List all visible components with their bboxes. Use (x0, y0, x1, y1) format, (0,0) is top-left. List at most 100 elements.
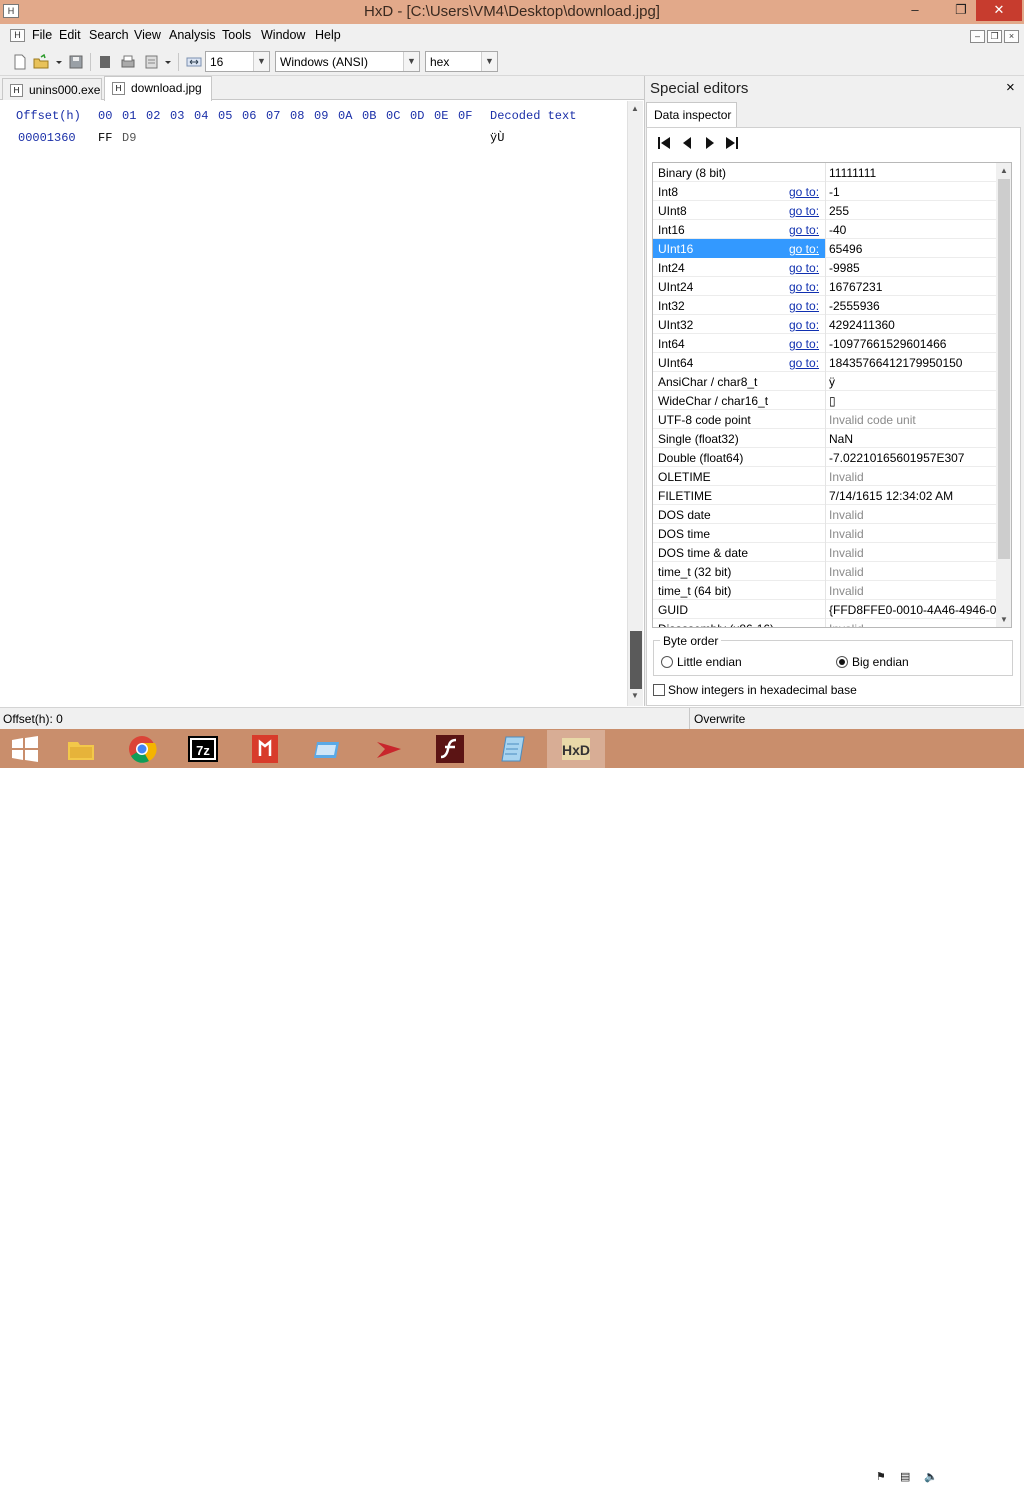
inspector-row-value[interactable]: Invalid (829, 584, 864, 598)
taskbar-7zip[interactable]: 7z (174, 730, 232, 768)
inspector-row-value[interactable]: 65496 (829, 242, 862, 256)
menu-tools[interactable]: Tools (222, 28, 251, 42)
inspector-row-value[interactable]: Invalid (829, 622, 864, 627)
volume-icon[interactable]: 🔈 (924, 1470, 938, 1484)
hex-base-label[interactable]: Show integers in hexadecimal base (668, 683, 857, 697)
inspector-row-value[interactable]: -40 (829, 223, 846, 237)
action-center-icon[interactable]: ⚑ (876, 1470, 890, 1484)
taskbar-windows-explorer[interactable] (298, 730, 356, 768)
scroll-down-icon[interactable]: ▼ (1000, 615, 1008, 624)
hex-scrollbar[interactable]: ▲ ▼ (627, 101, 643, 706)
goto-link[interactable]: go to: (789, 223, 819, 237)
inspector-row[interactable]: UInt8 go to: 255 (653, 201, 996, 220)
inspector-row-value[interactable]: {FFD8FFE0-0010-4A46-4946-000 (829, 603, 1010, 617)
inspector-row-value[interactable]: 11111111 (829, 166, 876, 180)
inspector-row[interactable]: GUID {FFD8FFE0-0010-4A46-4946-000 (653, 600, 1010, 619)
inspector-row-value[interactable]: ÿ (829, 375, 835, 389)
chevron-down-icon[interactable]: ▼ (253, 52, 269, 71)
mdi-minimize-button[interactable]: – (970, 30, 985, 43)
inspector-row[interactable]: WideChar / char16_t ▯ (653, 391, 996, 410)
inspector-row-value[interactable]: -7.02210165601957E307 (829, 451, 964, 465)
chevron-down-icon[interactable]: ▼ (481, 52, 497, 71)
inspector-row[interactable]: UTF-8 code point Invalid code unit (653, 410, 996, 429)
open-file-icon[interactable] (33, 54, 49, 70)
inspector-row[interactable]: OLETIME Invalid (653, 467, 996, 486)
taskbar-flash[interactable] (421, 730, 479, 768)
big-endian-label[interactable]: Big endian (852, 655, 909, 669)
menu-analysis[interactable]: Analysis (169, 28, 216, 42)
inspector-row[interactable]: UInt32 go to: 4292411360 (653, 315, 996, 334)
close-button[interactable]: ✕ (976, 0, 1022, 21)
inspector-row-value[interactable]: 18435766412179950150 (829, 356, 962, 370)
goto-link[interactable]: go to: (789, 318, 819, 332)
inspector-row-value[interactable]: 255 (829, 204, 849, 218)
inspector-row[interactable]: Binary (8 bit) 11111111 (653, 163, 996, 182)
first-icon[interactable] (657, 136, 671, 153)
inspector-row[interactable]: Int16 go to: -40 (653, 220, 996, 239)
print-icon[interactable] (120, 54, 136, 70)
inspector-scrollbar[interactable]: ▲ ▼ (996, 163, 1011, 627)
little-endian-label[interactable]: Little endian (677, 655, 742, 669)
taskbar-clock[interactable]: 1:12 PM 4/8/2022 (952, 1461, 1010, 1493)
goto-link[interactable]: go to: (789, 242, 819, 256)
document-menu-icon[interactable]: H (10, 29, 25, 42)
inspector-row-value[interactable]: Invalid (829, 470, 864, 484)
hex-editor-area[interactable]: Offset(h) 00 01 02 03 04 05 06 07 08 09 0A 0B 0C 0D 0E… (0, 101, 627, 706)
inspector-row[interactable]: Double (float64) -7.02210165601957E307 (653, 448, 996, 467)
last-icon[interactable] (725, 136, 739, 153)
inspector-row[interactable]: UInt64 go to: 18435766412179950150 (653, 353, 996, 372)
save-icon[interactable] (68, 54, 84, 70)
menu-edit[interactable]: Edit (59, 28, 81, 42)
goto-link[interactable]: go to: (789, 185, 819, 199)
tab-download-jpg[interactable]: H download.jpg (104, 76, 212, 101)
inspector-row[interactable]: Int64 go to: -10977661529601466 (653, 334, 996, 353)
data-inspector-grid[interactable]: Binary (8 bit) 11111111 Int8 go to: -1 UInt8 g… (652, 162, 1012, 628)
inspector-row-value[interactable]: -1 (829, 185, 840, 199)
scroll-thumb[interactable] (998, 179, 1010, 559)
goto-link[interactable]: go to: (789, 299, 819, 313)
goto-link[interactable]: go to: (789, 204, 819, 218)
scroll-down-icon[interactable]: ▼ (631, 691, 639, 700)
goto-link[interactable]: go to: (789, 337, 819, 351)
taskbar-notepad[interactable] (484, 730, 542, 768)
menu-search[interactable]: Search (89, 28, 129, 42)
hex-byte[interactable]: FF (98, 131, 112, 145)
taskbar-acrobat[interactable] (236, 730, 294, 768)
inspector-row[interactable]: Int24 go to: -9985 (653, 258, 996, 277)
inspector-row-value[interactable]: Invalid (829, 546, 864, 560)
mdi-close-button[interactable]: × (1004, 30, 1019, 43)
inspector-row[interactable]: AnsiChar / char8_t ÿ (653, 372, 996, 391)
inspector-row[interactable]: UInt24 go to: 16767231 (653, 277, 996, 296)
display-mode-select[interactable]: hex ▼ (425, 51, 498, 72)
tab-unins000[interactable]: H unins000.exe (2, 78, 102, 100)
inspector-row-value[interactable]: -10977661529601466 (829, 337, 946, 351)
inspector-row[interactable]: Single (float32) NaN (653, 429, 996, 448)
inspector-row[interactable]: time_t (32 bit) Invalid (653, 562, 996, 581)
network-icon[interactable]: ▤ (900, 1470, 914, 1484)
taskbar-adobe-reader[interactable] (360, 730, 418, 768)
inspector-row-value[interactable]: 16767231 (829, 280, 882, 294)
inspector-row-value[interactable]: -2555936 (829, 299, 880, 313)
restore-button[interactable]: ❐ (946, 0, 976, 22)
properties-dropdown-icon[interactable] (163, 54, 173, 70)
inspector-row[interactable]: Int32 go to: -2555936 (653, 296, 996, 315)
hex-byte[interactable]: D9 (122, 131, 136, 145)
inspector-row-value[interactable]: Invalid (829, 565, 864, 579)
inspector-row[interactable]: FILETIME 7/14/1615 12:34:02 AM (653, 486, 996, 505)
open-dropdown-icon[interactable] (54, 54, 64, 70)
menu-file[interactable]: File (32, 28, 52, 42)
inspector-row[interactable]: DOS date Invalid (653, 505, 996, 524)
minimize-button[interactable]: – (900, 0, 930, 22)
new-file-icon[interactable] (12, 54, 28, 70)
goto-link[interactable]: go to: (789, 356, 819, 370)
inspector-row[interactable]: UInt16 go to: 65496 (653, 239, 996, 258)
goto-link[interactable]: go to: (789, 280, 819, 294)
inspector-row-value[interactable]: 4292411360 (829, 318, 895, 332)
taskbar-hxd[interactable]: HxD (547, 730, 605, 768)
little-endian-radio[interactable] (661, 656, 673, 668)
properties-icon[interactable] (144, 54, 160, 70)
charset-select[interactable]: Windows (ANSI) ▼ (275, 51, 420, 72)
inspector-row[interactable]: DOS time & date Invalid (653, 543, 996, 562)
inspector-row-value[interactable]: -9985 (829, 261, 860, 275)
close-icon[interactable]: × (1006, 79, 1015, 96)
